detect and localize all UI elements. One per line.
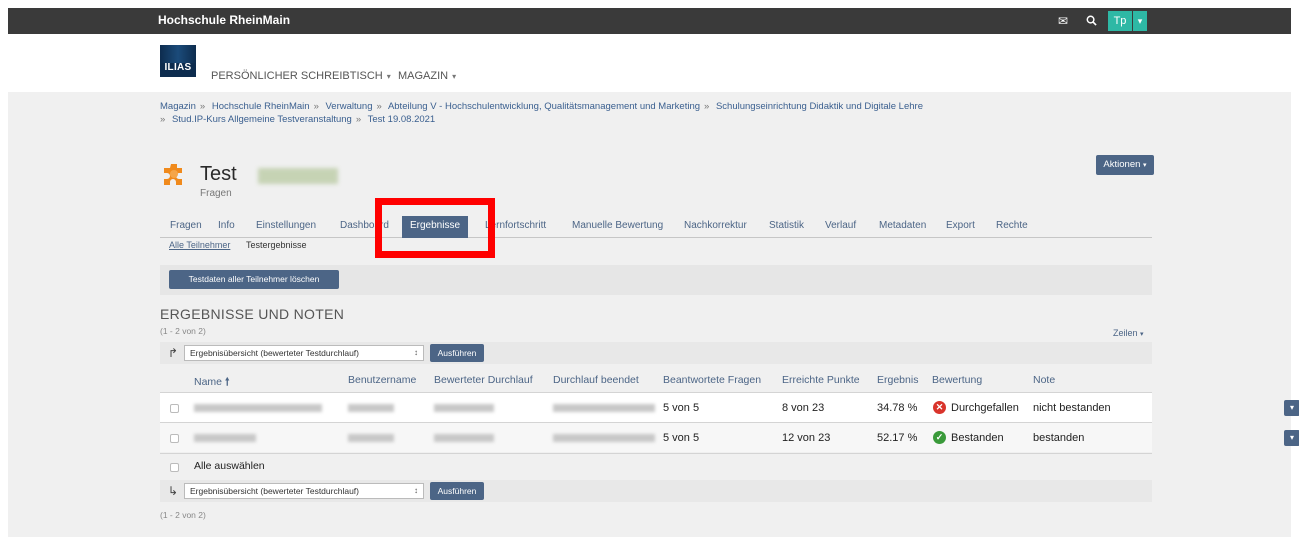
answered-questions: 5 von 5: [663, 432, 700, 444]
chevron-down-icon: ▾: [386, 72, 391, 81]
breadcrumb-item[interactable]: Abteilung V - Hochschulentwicklung, Qual…: [388, 101, 700, 112]
result-count: (1 - 2 von 2): [160, 326, 206, 336]
column-header-scored-pass[interactable]: Bewerteter Durchlauf: [434, 374, 533, 386]
answered-questions: 5 von 5: [663, 402, 700, 414]
command-row-bottom: ↳ Ergebnisübersicht (bewerteter Testdurc…: [160, 480, 1152, 502]
rating: Durchgefallen: [951, 402, 1019, 414]
pass-finished-blurred: [553, 434, 655, 442]
command-select[interactable]: Ergebnisübersicht (bewerteter Testdurchl…: [184, 483, 424, 499]
subtab-test-results[interactable]: Testergebnisse: [246, 240, 307, 250]
tab-bar: Fragen Info Einstellungen Dashboard Erge…: [160, 216, 1152, 238]
page-title-blurred: [258, 168, 338, 184]
nav-personal-desk[interactable]: PERSÖNLICHER SCHREIBTISCH ▾: [211, 70, 391, 82]
column-header-pass-finished[interactable]: Durchlauf beendet: [553, 374, 639, 386]
tab-manual-scoring[interactable]: Manuelle Bewertung: [572, 216, 663, 238]
name-blurred: [194, 404, 322, 412]
tab-questions[interactable]: Fragen: [170, 216, 202, 238]
multi-command-arrow-icon: ↱: [168, 346, 179, 360]
failed-icon: ✕: [933, 401, 946, 414]
row-checkbox[interactable]: [170, 434, 179, 443]
passed-icon: ✓: [933, 431, 946, 444]
tab-statistics[interactable]: Statistik: [769, 216, 804, 238]
top-bar: Hochschule RheinMain ✉ Tp ▾: [8, 8, 1291, 34]
tab-correction[interactable]: Nachkorrektur: [684, 216, 747, 238]
breadcrumb-item[interactable]: Schulungseinrichtung Didaktik und Digita…: [716, 101, 923, 112]
result-count: (1 - 2 von 2): [160, 510, 206, 520]
breadcrumb-item[interactable]: Verwaltung: [326, 101, 373, 112]
section-title: ERGEBNISSE UND NOTEN: [160, 306, 345, 322]
grade: nicht bestanden: [1033, 402, 1111, 414]
column-header-reached-points[interactable]: Erreichte Punkte: [782, 374, 860, 386]
tab-permissions[interactable]: Rechte: [996, 216, 1028, 238]
page-body: Hochschule RheinMain ✉ Tp ▾ ILIAS PERSÖN…: [8, 8, 1299, 537]
subtab-all-participants[interactable]: Alle Teilnehmer: [169, 240, 230, 250]
page-title: Test: [200, 163, 237, 185]
pass-finished-blurred: [553, 404, 655, 412]
highlight-annotation: [375, 198, 495, 258]
table-header: Name 🠕 Benutzername Bewerteter Durchlauf…: [160, 370, 1152, 392]
column-header-answered-questions[interactable]: Beantwortete Fragen: [663, 374, 761, 386]
column-header-name[interactable]: Name 🠕: [194, 374, 229, 392]
username-blurred: [348, 404, 394, 412]
select-arrows-icon: ↕: [414, 348, 418, 357]
tab-history[interactable]: Verlauf: [825, 216, 856, 238]
nav-magazine[interactable]: MAGAZIN ▾: [398, 70, 456, 82]
select-all-label[interactable]: Alle auswählen: [194, 460, 265, 472]
column-header-result[interactable]: Ergebnis: [877, 374, 918, 386]
chevron-down-icon: ▾: [1140, 331, 1144, 338]
tab-metadata[interactable]: Metadaten: [879, 216, 926, 238]
column-header-rating[interactable]: Bewertung: [932, 374, 982, 386]
reached-points: 12 von 23: [782, 432, 831, 444]
multi-command-arrow-icon: ↳: [168, 484, 179, 498]
breadcrumb: Magazin» Hochschule RheinMain» Verwaltun…: [160, 101, 923, 125]
table-row: 5 von 5 8 von 23 34.78 % ✕ Durchgefallen…: [160, 392, 1299, 422]
select-arrows-icon: ↕: [414, 486, 418, 495]
ilias-logo[interactable]: ILIAS: [160, 45, 196, 77]
username-blurred: [348, 434, 394, 442]
select-all-checkbox[interactable]: [170, 463, 179, 472]
avatar-menu-caret-icon[interactable]: ▾: [1133, 11, 1147, 31]
tab-settings[interactable]: Einstellungen: [256, 216, 316, 238]
breadcrumb-item[interactable]: Test 19.08.2021: [368, 114, 436, 125]
toolbar: Testdaten aller Teilnehmer löschen: [160, 265, 1152, 295]
select-all-row: Alle auswählen: [160, 453, 1152, 479]
mail-icon[interactable]: ✉: [1052, 11, 1074, 31]
column-header-username[interactable]: Benutzername: [348, 374, 416, 386]
scored-pass-blurred: [434, 434, 494, 442]
breadcrumb-item[interactable]: Magazin: [160, 101, 196, 112]
name-blurred: [194, 434, 256, 442]
user-avatar[interactable]: Tp: [1108, 11, 1132, 31]
breadcrumb-item[interactable]: Hochschule RheinMain: [212, 101, 310, 112]
main-header: ILIAS PERSÖNLICHER SCHREIBTISCH ▾ MAGAZIN…: [8, 34, 1291, 92]
chevron-down-icon: ▾: [452, 72, 457, 81]
rows-per-page-menu[interactable]: Zeilen ▾: [1113, 328, 1144, 338]
chevron-down-icon: ▾: [1143, 162, 1147, 169]
rating: Bestanden: [951, 432, 1004, 444]
result-percent: 34.78 %: [877, 402, 918, 414]
reached-points: 8 von 23: [782, 402, 825, 414]
column-header-grade[interactable]: Note: [1033, 374, 1055, 386]
page-subtitle: Fragen: [200, 188, 232, 199]
row-checkbox[interactable]: [170, 404, 179, 413]
tab-info[interactable]: Info: [218, 216, 235, 238]
row-actions-dropdown[interactable]: ▾: [1284, 400, 1299, 416]
test-object-icon: [164, 164, 182, 185]
table-row: 5 von 5 12 von 23 52.17 % ✓ Bestanden be…: [160, 422, 1299, 452]
result-percent: 52.17 %: [877, 432, 918, 444]
actions-button[interactable]: Aktionen ▾: [1096, 155, 1154, 175]
execute-button[interactable]: Ausführen: [430, 482, 484, 500]
search-icon[interactable]: [1080, 11, 1102, 31]
execute-button[interactable]: Ausführen: [430, 344, 484, 362]
brand-name: Hochschule RheinMain: [158, 13, 291, 27]
command-select[interactable]: Ergebnisübersicht (bewerteter Testdurchl…: [184, 345, 424, 361]
scored-pass-blurred: [434, 404, 494, 412]
command-row-top: ↱ Ergebnisübersicht (bewerteter Testdurc…: [160, 342, 1152, 364]
sort-ascending-icon: 🠕: [224, 376, 230, 388]
delete-all-test-data-button[interactable]: Testdaten aller Teilnehmer löschen: [169, 270, 339, 289]
grade: bestanden: [1033, 432, 1085, 444]
tab-export[interactable]: Export: [946, 216, 975, 238]
row-actions-dropdown[interactable]: ▾: [1284, 430, 1299, 446]
breadcrumb-item[interactable]: Stud.IP-Kurs Allgemeine Testveranstaltun…: [172, 114, 352, 125]
